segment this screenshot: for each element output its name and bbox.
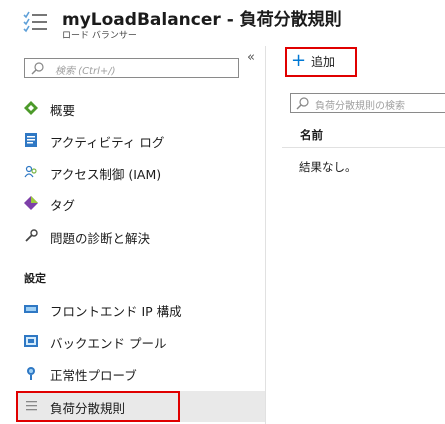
collapse-sidebar-button[interactable]: « (247, 50, 255, 65)
load-balancing-rules-icon (23, 11, 47, 33)
sidebar-item-frontend-ip[interactable]: フロントエンド IP 構成 (16, 294, 261, 324)
health-probe-icon (27, 367, 35, 380)
settings-section-label: 設定 (24, 272, 46, 285)
sidebar-item-activity-log[interactable]: アクティビティ ログ (16, 125, 261, 155)
sidebar-item-label: 概要 (50, 103, 76, 118)
sidebar-item-diagnose[interactable]: 問題の診断と解決 (16, 221, 261, 251)
wrench-icon (25, 229, 38, 242)
sidebar-item-label: バックエンド プール (50, 336, 167, 351)
sidebar-item-iam[interactable]: アクセス制御 (IAM) (16, 157, 261, 187)
add-button-highlight (285, 47, 357, 77)
frontend-ip-icon (24, 305, 38, 313)
page-subtitle: ロード バランサー (62, 31, 137, 41)
sidebar-item-tags[interactable]: タグ (16, 188, 261, 218)
sidebar-item-backend-pool[interactable]: バックエンド プール (16, 326, 261, 356)
sidebar-search-placeholder: 検索 (Ctrl+/) (55, 66, 116, 77)
sidebar-item-overview[interactable]: 概要 (16, 93, 261, 123)
selected-item-highlight (16, 391, 180, 422)
overview-icon (24, 101, 38, 115)
backend-pool-icon (24, 335, 38, 347)
table-header-divider (282, 147, 445, 148)
search-icon (296, 97, 309, 110)
page-header: myLoadBalancer - 負荷分散規則 ロード バランサー (0, 0, 445, 44)
empty-results-message: 結果なし。 (299, 160, 357, 174)
iam-icon (24, 165, 37, 178)
sidebar-item-label: タグ (50, 198, 76, 213)
sidebar-item-health-probe[interactable]: 正常性プローブ (16, 358, 261, 388)
sidebar-item-label: 正常性プローブ (50, 368, 137, 383)
column-header-name[interactable]: 名前 (300, 127, 323, 143)
rules-search-placeholder: 負荷分散規則の検索 (315, 101, 405, 112)
page-title: myLoadBalancer - 負荷分散規則 (62, 10, 342, 30)
activity-log-icon (25, 133, 37, 147)
sidebar-item-label: アクティビティ ログ (50, 135, 165, 150)
sidebar-item-label: 問題の診断と解決 (50, 231, 151, 246)
search-icon (31, 62, 44, 75)
tag-icon (24, 196, 38, 210)
rules-search-input[interactable]: 負荷分散規則の検索 (290, 93, 445, 113)
sidebar-search-input[interactable]: 検索 (Ctrl+/) (24, 58, 239, 78)
sidebar-item-label: フロントエンド IP 構成 (50, 304, 182, 319)
sidebar-item-label: アクセス制御 (IAM) (50, 167, 162, 182)
